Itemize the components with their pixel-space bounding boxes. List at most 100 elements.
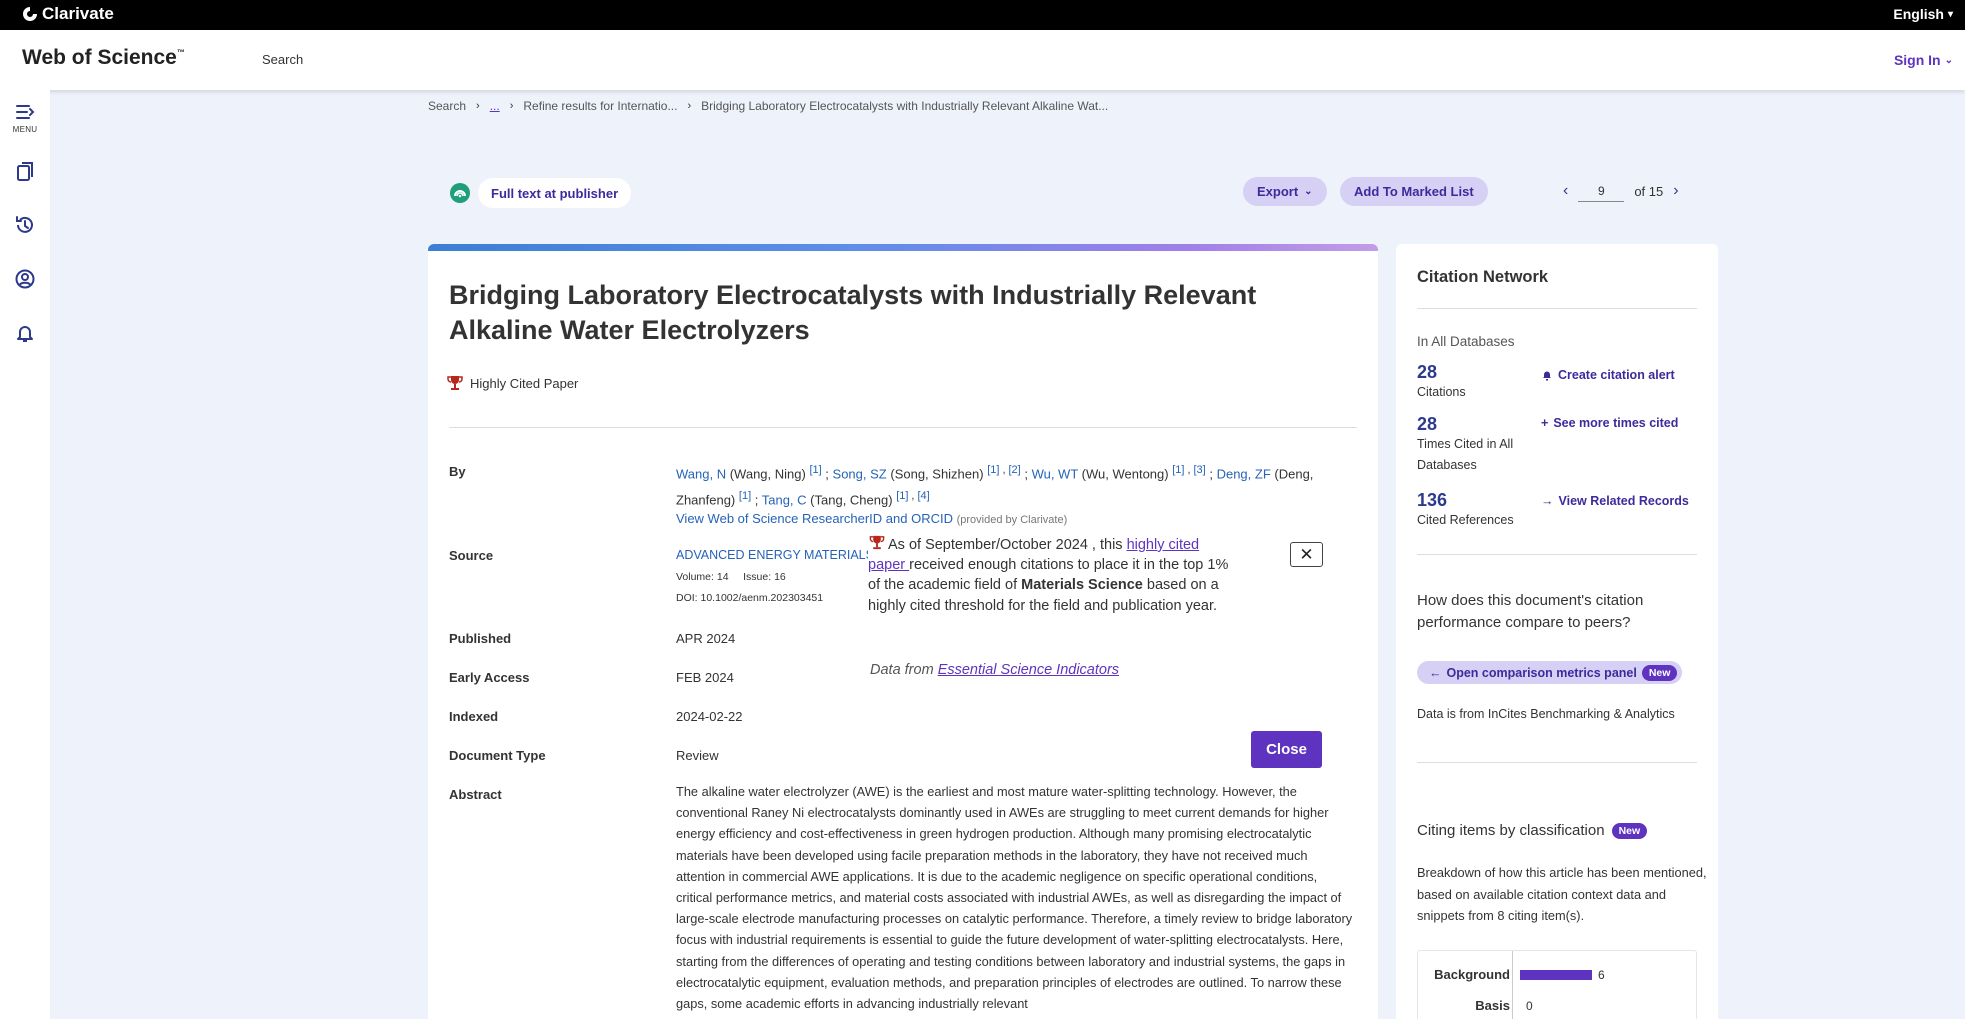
published-date: APR 2024 (676, 631, 736, 646)
classification-chart: Background 6 Basis 0 (1417, 950, 1697, 1019)
breadcrumb-refine[interactable]: Refine results for Internatio... (523, 99, 677, 113)
language-label: English (1893, 6, 1944, 22)
chevron-right-icon: › (509, 100, 514, 112)
chevron-down-icon: ⌄ (1944, 54, 1953, 66)
marked-lists-button[interactable] (9, 161, 41, 183)
researcher-id-row: View Web of Science ResearcherID and ORC… (676, 511, 1067, 526)
cited-references-label: Cited References (1417, 513, 1514, 527)
popover-field: Materials Science (1021, 577, 1143, 594)
cited-references-count[interactable]: 136 (1417, 490, 1447, 511)
bell-icon (17, 326, 33, 342)
divider (1417, 762, 1697, 763)
chevron-down-icon: ▾ (1947, 8, 1953, 20)
incites-note: Data is from InCites Benchmarking & Anal… (1417, 707, 1675, 721)
clarivate-mark-icon (23, 7, 37, 21)
page-total: of 15 (1634, 183, 1664, 199)
next-record-icon[interactable]: › (1673, 182, 1678, 200)
citing-items-heading-label: Citing items by classification (1417, 822, 1605, 839)
page-number-input[interactable] (1578, 180, 1625, 202)
see-more-times-cited-link[interactable]: + See more times cited (1541, 416, 1678, 430)
times-cited-count[interactable]: 28 (1417, 414, 1437, 435)
view-related-records-label: View Related Records (1558, 494, 1689, 508)
label-document-type: Document Type (449, 748, 546, 763)
affiliation-link[interactable]: [4] (917, 490, 929, 502)
author-full-name: (Wang, Ning) (729, 466, 806, 482)
view-related-records-link[interactable]: → View Related Records (1541, 494, 1689, 508)
highly-cited-popover: As of September/October 2024 , this high… (868, 534, 1308, 769)
label-by: By (449, 464, 466, 479)
popover-close-button[interactable]: Close (1251, 731, 1322, 768)
menu-button[interactable]: MENU (9, 101, 41, 134)
document-type: Review (676, 748, 719, 763)
author-full-name: (Wu, Wentong) (1081, 466, 1169, 482)
citation-network-heading: Citation Network (1417, 268, 1549, 286)
history-button[interactable] (9, 214, 41, 236)
nav-search-link[interactable]: Search (262, 52, 303, 67)
left-rail: MENU (0, 90, 50, 1019)
record-title: Bridging Laboratory Electrocatalysts wit… (449, 280, 1257, 345)
arrow-right-icon: → (1541, 494, 1554, 508)
indexed-date: 2024-02-22 (676, 709, 743, 724)
full-text-button[interactable]: Full text at publisher (478, 178, 632, 208)
affiliation-link[interactable]: [1] (739, 490, 751, 502)
chevron-right-icon: › (687, 100, 692, 112)
add-to-marked-list-button[interactable]: Add To Marked List (1340, 177, 1488, 206)
author-full-name: (Song, Shizhen) (890, 466, 984, 482)
source-journal[interactable]: ADVANCED ENERGY MATERIALS ▼ (676, 548, 889, 562)
breadcrumb-search[interactable]: Search (428, 99, 466, 113)
highly-cited-badge: Highly Cited Paper (446, 374, 578, 392)
chevron-down-icon: ⌄ (1304, 186, 1313, 197)
comparison-question: How does this document's citation perfor… (1417, 592, 1644, 631)
citation-network-panel: Citation Network In All Databases 28 Cit… (1396, 244, 1718, 1019)
classification-row-background[interactable]: Background 6 (1418, 967, 1605, 982)
classification-row-basis[interactable]: Basis 0 (1418, 998, 1532, 1013)
author-link[interactable]: Wu, WT (1032, 466, 1078, 481)
issue: Issue: 16 (743, 571, 786, 583)
affiliation-link[interactable]: [1] (896, 490, 908, 502)
brand-name: Clarivate (42, 4, 114, 23)
author-link[interactable]: Song, SZ (833, 466, 887, 481)
researcher-id-link[interactable]: View Web of Science ResearcherID and ORC… (676, 511, 953, 526)
author-link[interactable]: Wang, N (676, 466, 726, 481)
journal-title: ADVANCED ENERGY MATERIALS (676, 548, 874, 562)
abstract-text: The alkaline water electrolyzer (AWE) is… (676, 784, 1353, 1012)
export-button[interactable]: Export ⌄ (1243, 177, 1327, 206)
popover-close-icon[interactable]: ✕ (1290, 542, 1323, 567)
breadcrumb-current: Bridging Laboratory Electrocatalysts wit… (701, 99, 1109, 113)
all-databases-label: In All Databases (1417, 334, 1515, 349)
popover-lead: As of September/October 2024 , this (888, 537, 1127, 553)
create-citation-alert-link[interactable]: Create citation alert (1541, 368, 1675, 382)
history-icon (16, 216, 33, 233)
card-accent-bar (428, 244, 1378, 251)
citations-count[interactable]: 28 (1417, 362, 1437, 383)
affiliation-link[interactable]: [1] (1172, 464, 1184, 476)
user-circle-icon (15, 269, 35, 289)
web-of-science-logo[interactable]: Web of Science™ (22, 46, 185, 70)
author-list: Wang, N (Wang, Ning) [1] ; Song, SZ (Son… (676, 464, 1314, 508)
sign-in-menu[interactable]: Sign In ⌄ (1894, 52, 1953, 68)
open-comparison-metrics-button[interactable]: ← Open comparison metrics panel New (1417, 661, 1683, 684)
citing-items-heading: Citing items by classification New (1417, 822, 1648, 839)
popover-source-prefix: Data from (870, 662, 938, 678)
popover-message: As of September/October 2024 , this high… (868, 534, 1240, 616)
clarivate-logo[interactable]: Clarivate (22, 4, 114, 24)
essential-science-indicators-link[interactable]: Essential Science Indicators (938, 662, 1119, 678)
early-access-date: FEB 2024 (676, 670, 734, 685)
bell-icon (1543, 371, 1551, 381)
affiliation-link[interactable]: [1] (809, 464, 821, 476)
alerts-button[interactable] (9, 322, 41, 344)
affiliation-link[interactable]: [3] (1194, 464, 1206, 476)
class-label: Basis (1475, 998, 1510, 1013)
chevron-right-icon: › (476, 100, 480, 112)
author-link[interactable]: Tang, C (762, 493, 807, 508)
previous-record-icon[interactable]: ‹ (1563, 182, 1568, 200)
sign-in-label: Sign In (1893, 52, 1941, 68)
record-card: Bridging Laboratory Electrocatalysts wit… (428, 244, 1378, 1019)
breadcrumb-ellipsis[interactable]: ... (490, 99, 500, 113)
affiliation-link[interactable]: [1] (987, 464, 999, 476)
profile-button[interactable] (9, 268, 41, 290)
menu-icon (16, 105, 35, 119)
affiliation-link[interactable]: [2] (1008, 464, 1020, 476)
author-link[interactable]: Deng, ZF (1217, 466, 1271, 481)
language-selector[interactable]: English ▾ (1893, 6, 1953, 22)
